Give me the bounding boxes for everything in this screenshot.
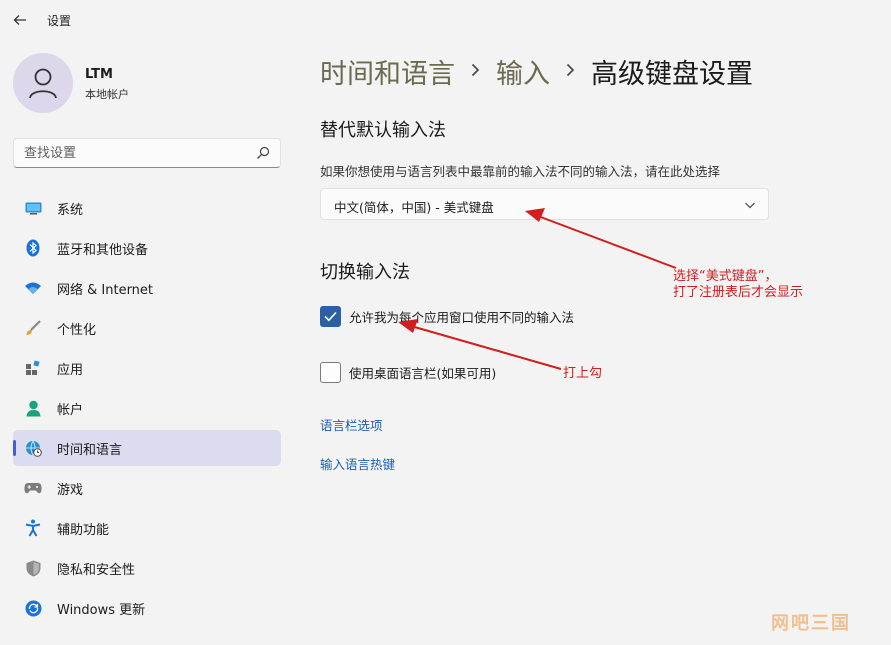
account-icon [24,399,42,417]
sidebar-item-label: 时间和语言 [57,442,123,458]
sidebar-item-time-language[interactable]: 时间和语言 [13,430,281,466]
person-icon [29,68,57,99]
shield-icon [24,559,42,577]
annotation-note-check: 打上勾 [563,366,603,381]
account-type: 本地帐户 [85,88,129,101]
sidebar-item-system[interactable]: 系统 [13,190,281,226]
override-description: 如果你想使用与语言列表中最靠前的输入法不同的输入法，请在此处选择 [320,164,721,179]
sidebar-item-personalization[interactable]: 个性化 [13,310,281,346]
window-title: 设置 [47,14,72,28]
sidebar-item-apps[interactable]: 应用 [13,350,281,386]
search-box[interactable] [13,138,281,168]
globe-clock-icon [24,439,42,457]
per-app-input-label[interactable]: 允许我为每个应用窗口使用不同的输入法 [349,307,574,326]
desktop-language-bar-label[interactable]: 使用桌面语言栏(如果可用) [349,363,496,382]
breadcrumb-time-language[interactable]: 时间和语言 [320,52,455,91]
sidebar-item-accounts[interactable]: 帐户 [13,390,281,426]
breadcrumb-input[interactable]: 输入 [496,52,550,91]
back-arrow-icon [13,15,26,25]
wifi-icon [24,279,42,297]
desktop-language-bar-option: 使用桌面语言栏(如果可用) [320,362,496,383]
per-app-input-checkbox[interactable] [320,306,341,327]
accessibility-icon [24,519,42,537]
language-bar-options-link[interactable]: 语言栏选项 [320,415,383,434]
sidebar-item-privacy[interactable]: 隐私和安全性 [13,550,281,586]
sidebar-item-label: 网络 & Internet [57,282,154,298]
chevron-right-icon [471,61,480,82]
sidebar-item-label: 个性化 [57,322,97,338]
sidebar-item-label: 蓝牙和其他设备 [57,242,149,258]
sidebar-nav: 系统 蓝牙和其他设备 网络 & Internet 个性化 应用 帐户 时间和语言… [13,190,281,630]
input-language-hotkeys-link[interactable]: 输入语言热键 [320,454,395,473]
desktop-language-bar-checkbox[interactable] [320,362,341,383]
per-app-input-option: 允许我为每个应用窗口使用不同的输入法 [320,306,574,327]
gamepad-icon [24,479,42,497]
annotation-line-1: 选择“美式键盘”， [673,269,778,284]
bluetooth-icon [24,239,42,257]
sidebar-item-label: Windows 更新 [57,602,146,618]
sidebar-item-label: 帐户 [57,402,84,418]
brush-icon [24,319,42,337]
input-method-dropdown[interactable]: 中文(简体，中国) - 美式键盘 [320,188,769,220]
sidebar-item-label: 系统 [57,202,84,218]
system-icon [24,199,42,217]
avatar[interactable] [13,53,73,113]
chevron-right-icon [566,61,575,82]
chevron-down-icon [745,202,755,209]
apps-icon [24,359,42,377]
sidebar-item-label: 辅助功能 [57,522,110,538]
annotation-note-select-keyboard: 选择“美式键盘”， 打了注册表后才会显示 [673,269,803,301]
sidebar-item-bluetooth[interactable]: 蓝牙和其他设备 [13,230,281,266]
back-button[interactable] [8,9,32,31]
sidebar-item-network[interactable]: 网络 & Internet [13,270,281,306]
sidebar-item-accessibility[interactable]: 辅助功能 [13,510,281,546]
title-bar: 设置 [0,0,891,40]
override-section-title: 替代默认输入法 [320,120,446,141]
switch-section-title: 切换输入法 [320,262,410,283]
update-icon [24,599,42,617]
watermark: 网吧三国 [771,613,851,634]
sidebar-item-gaming[interactable]: 游戏 [13,470,281,506]
dropdown-selected-value: 中文(简体，中国) - 美式键盘 [334,200,494,215]
breadcrumb: 时间和语言 输入 高级键盘设置 [320,52,753,91]
page-title: 高级键盘设置 [591,59,753,90]
search-icon[interactable] [256,146,270,160]
sidebar-item-label: 游戏 [57,482,84,498]
sidebar-item-label: 隐私和安全性 [57,562,136,578]
user-name: LTM [85,67,113,82]
sidebar-item-windows-update[interactable]: Windows 更新 [13,590,281,626]
sidebar-item-label: 应用 [57,362,84,378]
annotation-line-2: 打了注册表后才会显示 [673,285,804,300]
checkmark-icon [324,311,337,322]
search-input[interactable] [24,144,244,162]
